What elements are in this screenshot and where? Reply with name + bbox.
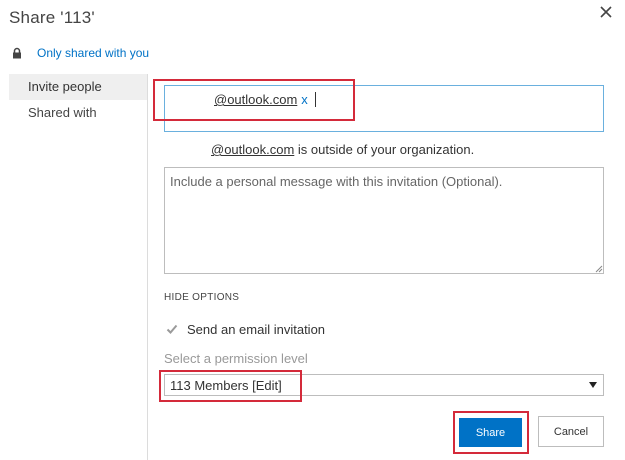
send-email-label: Send an email invitation — [187, 321, 326, 337]
permission-level-label: Select a permission level — [164, 351, 308, 366]
sidebar: Invite people Shared with — [9, 74, 148, 460]
warning-text: is outside of your organization. — [294, 142, 475, 157]
shared-status: Only shared with you — [11, 46, 149, 60]
permission-selected-value: 113 Members [Edit] — [170, 378, 282, 393]
share-button[interactable]: Share — [459, 418, 522, 447]
cancel-button[interactable]: Cancel — [538, 416, 604, 447]
recipient-address: @outlook.com — [173, 92, 297, 107]
resize-grip-icon[interactable] — [594, 264, 603, 273]
send-email-checkbox[interactable] — [166, 323, 178, 335]
shared-status-link[interactable]: Only shared with you — [37, 46, 149, 60]
dialog-title: Share '113' — [9, 8, 95, 27]
outside-org-warning: @outlook.com is outside of your organiza… — [170, 142, 474, 157]
sidebar-item-shared-with[interactable]: Shared with — [9, 100, 147, 126]
share-dialog: Share '113' Only shared with you Invite … — [0, 0, 625, 460]
close-icon[interactable] — [598, 4, 614, 20]
text-caret — [315, 92, 316, 107]
personal-message-textarea[interactable] — [164, 167, 604, 274]
remove-recipient-button[interactable]: x — [301, 92, 308, 107]
send-email-option[interactable]: Send an email invitation — [166, 321, 325, 337]
permission-level-select[interactable]: 113 Members [Edit] — [164, 374, 604, 396]
sidebar-item-invite-people[interactable]: Invite people — [9, 74, 147, 100]
checkmark-icon — [166, 324, 178, 334]
recipient-token: @outlook.com x — [173, 92, 308, 107]
recipient-domain: @outlook.com — [214, 92, 298, 107]
hide-options-link[interactable]: HIDE OPTIONS — [164, 292, 239, 303]
warning-address: @outlook.com — [170, 142, 294, 157]
invite-people-input[interactable]: @outlook.com x — [164, 85, 604, 132]
dropdown-arrow-icon — [589, 382, 597, 388]
lock-icon — [13, 47, 21, 59]
warning-domain: @outlook.com — [211, 142, 295, 157]
